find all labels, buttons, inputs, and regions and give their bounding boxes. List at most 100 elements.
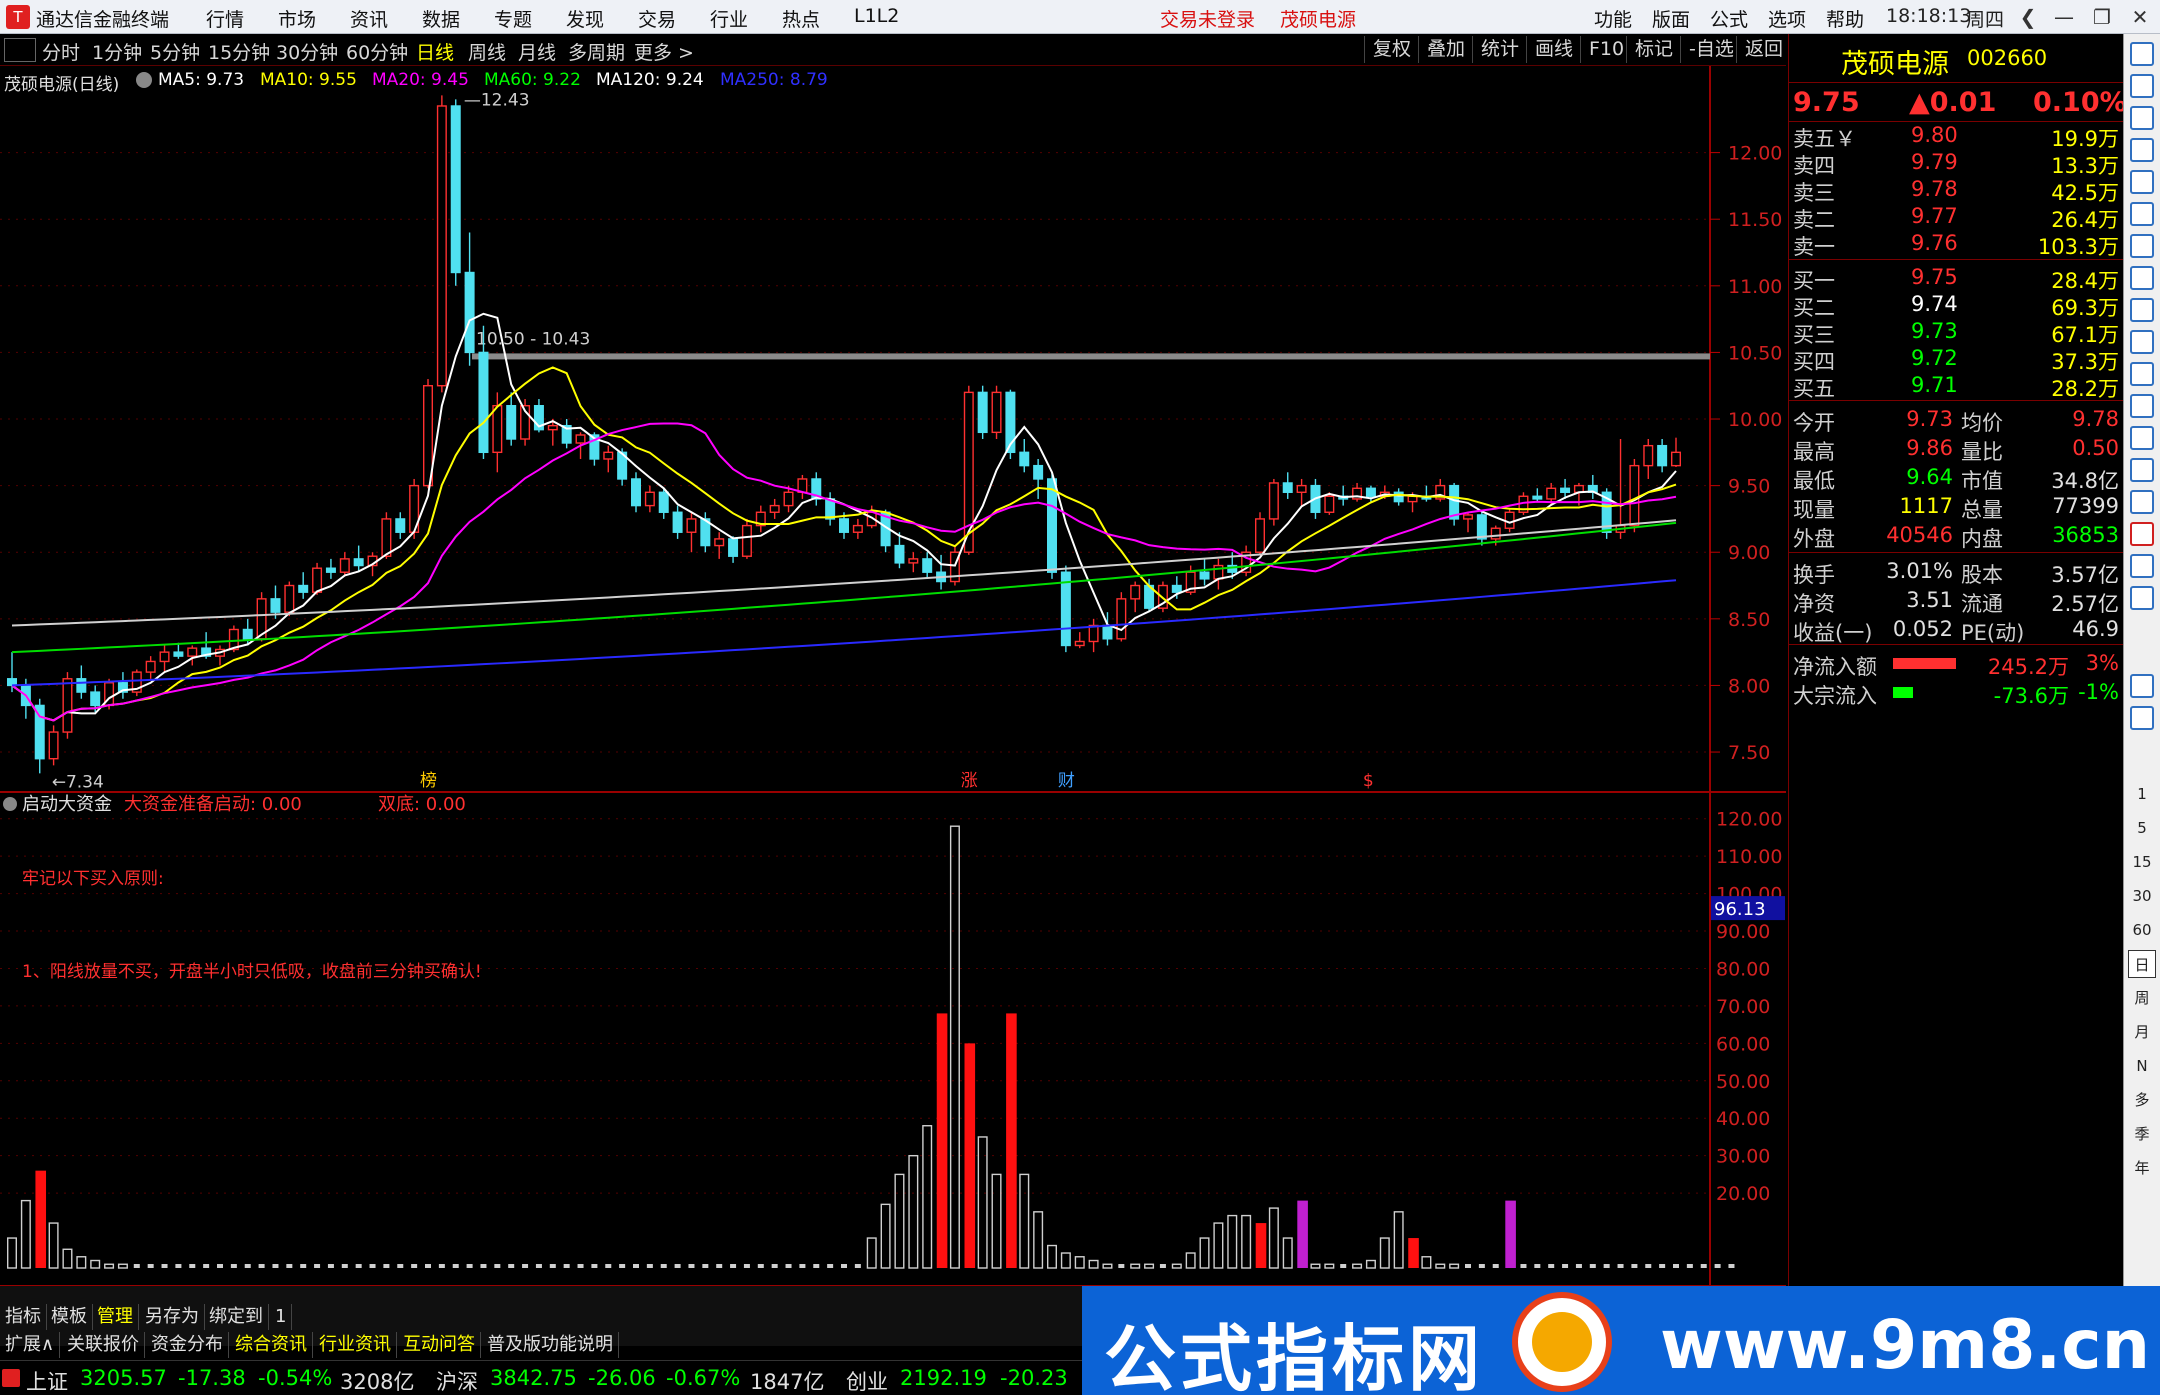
- stat-row[interactable]: 最低 9.64 市值 34.8亿: [1789, 464, 2123, 493]
- move-icon[interactable]: [2130, 554, 2154, 578]
- period-daily[interactable]: 日线: [416, 38, 454, 65]
- sh-name[interactable]: 上证: [26, 1366, 68, 1395]
- tab-industry-news[interactable]: 行业资讯: [314, 1332, 397, 1358]
- sb-5[interactable]: 5: [2128, 814, 2156, 842]
- bid-row[interactable]: 买三 9.73 67.1万: [1789, 318, 2123, 347]
- login-status[interactable]: 交易未登录: [1160, 5, 1255, 32]
- sb-year[interactable]: 年: [2128, 1154, 2156, 1182]
- stat-row[interactable]: 现量 1117 总量 77399: [1789, 493, 2123, 522]
- minimize-icon[interactable]: —: [2044, 2, 2084, 32]
- menu-topics[interactable]: 专题: [494, 5, 532, 32]
- period-intraday[interactable]: 分时: [42, 38, 80, 65]
- fund-row[interactable]: 换手 3.01% 股本 3.57亿: [1789, 558, 2123, 587]
- up-arrow-icon[interactable]: [2130, 74, 2154, 98]
- tab-template[interactable]: 模板: [46, 1304, 93, 1330]
- menu-industry[interactable]: 行业: [710, 5, 748, 32]
- fin-icon[interactable]: [2130, 298, 2154, 322]
- bar-icon[interactable]: [2130, 458, 2154, 482]
- ask-row[interactable]: 卖一 9.76 103.3万: [1789, 230, 2123, 259]
- bid-row[interactable]: 买五 9.71 28.2万: [1789, 372, 2123, 401]
- info-icon[interactable]: [2130, 138, 2154, 162]
- list-icon[interactable]: [2130, 266, 2154, 290]
- stats-button[interactable]: 统计: [1472, 36, 1527, 63]
- tab-saveas[interactable]: 另存为: [140, 1304, 205, 1330]
- f10-button[interactable]: F10: [1580, 36, 1632, 63]
- bid-row[interactable]: 买二 9.74 69.3万: [1789, 291, 2123, 320]
- ask-row[interactable]: 卖四 9.79 13.3万: [1789, 149, 2123, 178]
- sb-1[interactable]: 1: [2128, 780, 2156, 808]
- mark-button[interactable]: 标记: [1626, 36, 1681, 63]
- flow-row[interactable]: 净流入额 245.2万 3%: [1789, 650, 2123, 679]
- period-60min[interactable]: 60分钟: [346, 38, 408, 65]
- return-button[interactable]: 返回: [1736, 36, 1791, 63]
- tab-indicator[interactable]: 指标: [0, 1304, 47, 1330]
- tab-version-info[interactable]: 普及版功能说明: [482, 1332, 619, 1358]
- settings-circle-icon[interactable]: [136, 72, 152, 88]
- period-1min[interactable]: 1分钟: [92, 38, 142, 65]
- ask-row[interactable]: 卖五￥ 9.80 19.9万: [1789, 122, 2123, 151]
- menu-help[interactable]: 帮助: [1826, 5, 1864, 32]
- tab-fund-dist[interactable]: 资金分布: [146, 1332, 229, 1358]
- draw-button[interactable]: 画线: [1526, 36, 1581, 63]
- sb-15[interactable]: 15: [2128, 848, 2156, 876]
- hs-name[interactable]: 沪深: [436, 1366, 478, 1395]
- period-monthly[interactable]: 月线: [518, 38, 556, 65]
- ask-row[interactable]: 卖二 9.77 26.4万: [1789, 203, 2123, 232]
- menu-formula[interactable]: 公式: [1710, 5, 1748, 32]
- sb-season[interactable]: 季: [2128, 1120, 2156, 1148]
- sb-multi[interactable]: 多: [2128, 1086, 2156, 1114]
- tab-related[interactable]: 关联报价: [62, 1332, 145, 1358]
- period-5min[interactable]: 5分钟: [150, 38, 200, 65]
- restore-icon[interactable]: ❐: [2082, 2, 2122, 32]
- period-multi[interactable]: 多周期: [568, 38, 625, 65]
- tab-bind[interactable]: 绑定到: [204, 1304, 269, 1330]
- period-30min[interactable]: 30分钟: [276, 38, 338, 65]
- tab-number[interactable]: 1: [270, 1304, 293, 1330]
- bid-row[interactable]: 买四 9.72 37.3万: [1789, 345, 2123, 374]
- tool-icon-1[interactable]: [2130, 42, 2154, 66]
- close-icon[interactable]: ✕: [2120, 2, 2160, 32]
- ask-row[interactable]: 卖三 9.78 42.5万: [1789, 176, 2123, 205]
- bid-row[interactable]: 买一 9.75 28.4万: [1789, 264, 2123, 293]
- tab-news[interactable]: 综合资讯: [230, 1332, 313, 1358]
- fund-row[interactable]: 收益(一) 0.052 PE(动) 46.9: [1789, 616, 2123, 645]
- dollar-icon[interactable]: [2130, 522, 2154, 546]
- menu-quotes[interactable]: 行情: [206, 5, 244, 32]
- grid-icon[interactable]: [2130, 170, 2154, 194]
- table-icon[interactable]: [2130, 330, 2154, 354]
- sb-60[interactable]: 60: [2128, 916, 2156, 944]
- tab-expand[interactable]: 扩展∧: [0, 1332, 61, 1358]
- menu-news[interactable]: 资讯: [350, 5, 388, 32]
- tab-manage[interactable]: 管理: [92, 1304, 139, 1330]
- menu-l1l2[interactable]: L1L2: [854, 5, 899, 27]
- stat-row[interactable]: 最高 9.86 量比 0.50: [1789, 435, 2123, 464]
- doc-icon[interactable]: [2130, 362, 2154, 386]
- tab-qa[interactable]: 互动问答: [398, 1332, 481, 1358]
- watchlist-button[interactable]: -自选: [1680, 36, 1742, 63]
- kline-chart[interactable]: 12.00 11.50 11.00 10.50 10.00 9.50 9.00 8.50 8.0…: [0, 66, 1786, 1286]
- fund-row[interactable]: 净资 3.51 流通 2.57亿: [1789, 587, 2123, 616]
- menu-trade[interactable]: 交易: [638, 5, 676, 32]
- menu-options[interactable]: 选项: [1768, 5, 1806, 32]
- menu-layout[interactable]: 版面: [1652, 5, 1690, 32]
- sb-month[interactable]: 月: [2128, 1018, 2156, 1046]
- sb-30[interactable]: 30: [2128, 882, 2156, 910]
- line-chart-icon[interactable]: [2130, 202, 2154, 226]
- down-arrow-icon[interactable]: [2130, 106, 2154, 130]
- sb-week[interactable]: 周: [2128, 984, 2156, 1012]
- period-weekly[interactable]: 周线: [468, 38, 506, 65]
- sb-day[interactable]: 日: [2128, 950, 2156, 978]
- circle-icon[interactable]: [2130, 426, 2154, 450]
- screen-icon[interactable]: [2130, 706, 2154, 730]
- menu-discover[interactable]: 发现: [566, 5, 604, 32]
- period-15min[interactable]: 15分钟: [208, 38, 270, 65]
- f5-icon[interactable]: [2130, 674, 2154, 698]
- collapse-icon[interactable]: [4, 38, 36, 62]
- sb-n[interactable]: N: [2128, 1052, 2156, 1080]
- period-more[interactable]: 更多 >: [634, 38, 694, 65]
- pen-icon[interactable]: [2130, 586, 2154, 610]
- f2-icon[interactable]: [2130, 394, 2154, 418]
- menu-data[interactable]: 数据: [422, 5, 460, 32]
- stat-row[interactable]: 今开 9.73 均价 9.78: [1789, 406, 2123, 435]
- menu-function[interactable]: 功能: [1594, 5, 1632, 32]
